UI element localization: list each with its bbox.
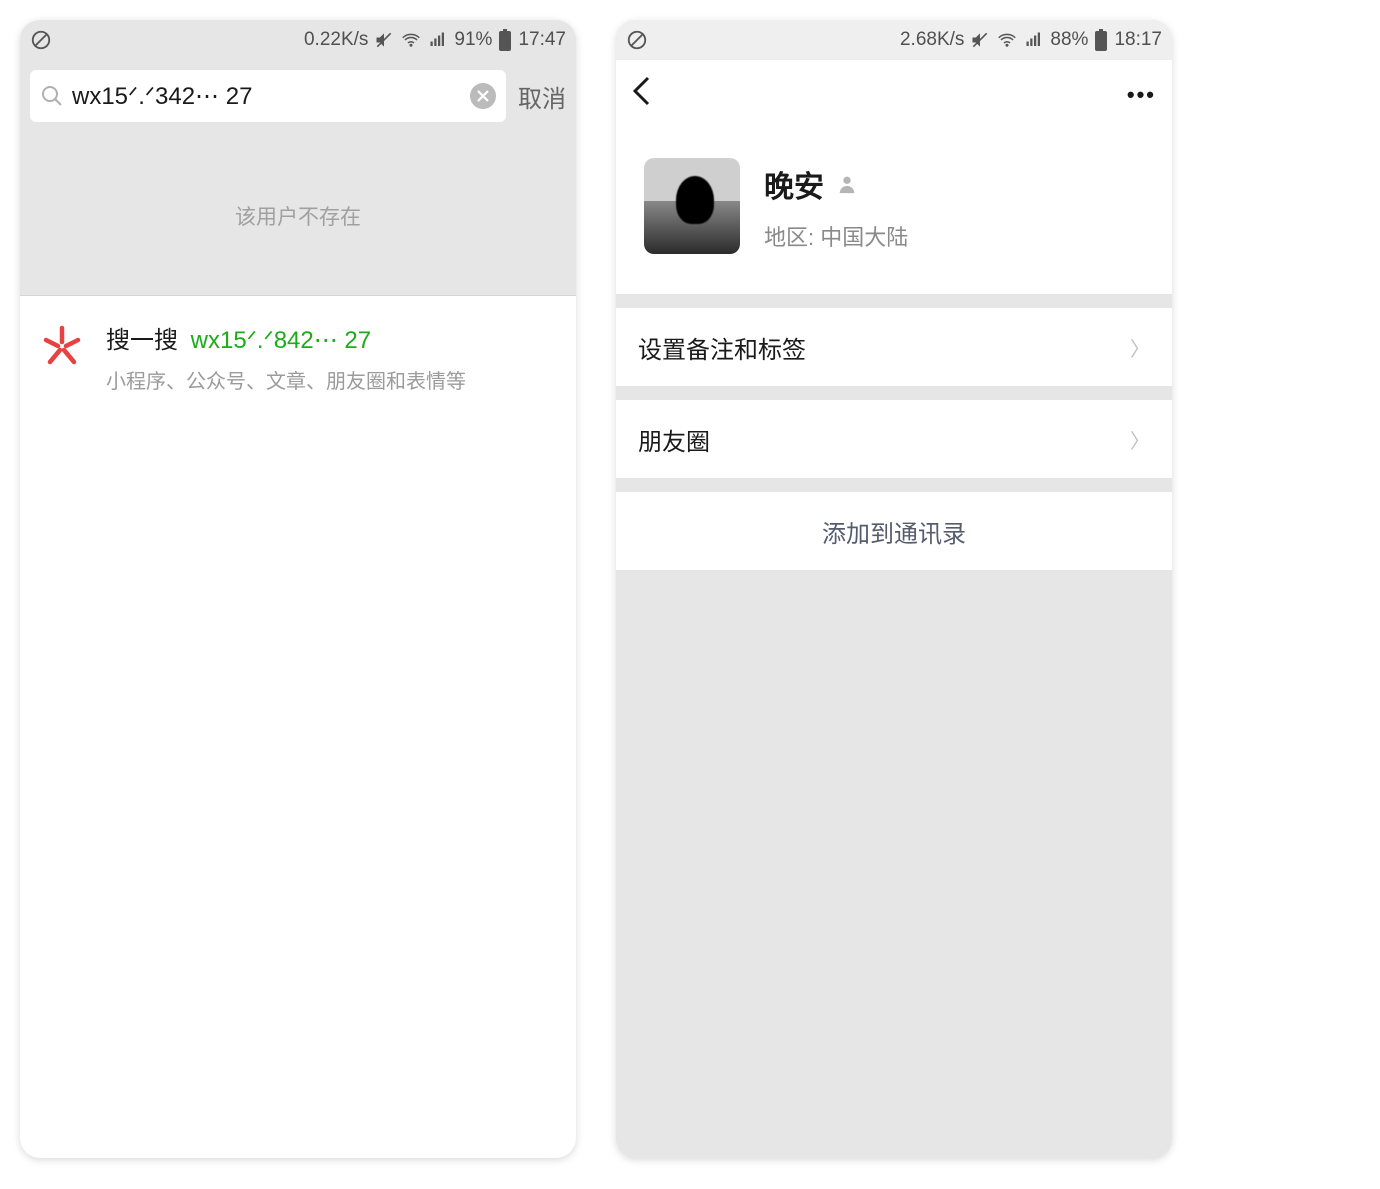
avatar[interactable] bbox=[644, 158, 740, 254]
more-button[interactable]: ••• bbox=[1127, 82, 1156, 108]
no-disturb-icon bbox=[30, 29, 52, 51]
mute-icon bbox=[374, 30, 394, 50]
result-panel: 搜一搜 wx15ᐟ.ᐟ842⋯ 27 小程序、公众号、文章、朋友圈和表情等 bbox=[20, 296, 576, 1158]
status-bar: 0.22K/s 91% 17:47 bbox=[20, 20, 576, 60]
search-query-text: wx15ᐟ.ᐟ342⋯ 27 bbox=[72, 82, 462, 111]
not-found-message: 该用户不存在 bbox=[20, 136, 576, 296]
battery-percent: 91% bbox=[454, 29, 492, 51]
clear-input-button[interactable] bbox=[470, 83, 496, 109]
phone-left: 0.22K/s 91% 17:47 wx15ᐟ.ᐟ342⋯ 27 取消 该用户不… bbox=[20, 20, 576, 1158]
network-speed: 0.22K/s bbox=[304, 29, 368, 51]
cancel-button[interactable]: 取消 bbox=[518, 79, 566, 114]
status-bar: 2.68K/s 88% 18:17 bbox=[616, 20, 1172, 60]
clock-time: 17:47 bbox=[518, 29, 566, 51]
result-subtitle: 小程序、公众号、文章、朋友圈和表情等 bbox=[106, 365, 558, 394]
no-disturb-icon bbox=[626, 29, 648, 51]
battery-icon bbox=[498, 29, 512, 51]
result-keyword: wx15ᐟ.ᐟ842⋯ 27 bbox=[191, 327, 371, 354]
result-title: 搜一搜 wx15ᐟ.ᐟ842⋯ 27 bbox=[106, 320, 558, 355]
region-line: 地区: 中国大陆 bbox=[764, 220, 908, 252]
network-speed: 2.68K/s bbox=[900, 29, 964, 51]
mute-icon bbox=[970, 30, 990, 50]
add-to-contacts-button[interactable]: 添加到通讯录 bbox=[616, 492, 1172, 570]
battery-percent: 88% bbox=[1050, 29, 1088, 51]
chevron-right-icon: 〉 bbox=[1130, 425, 1150, 454]
clock-time: 18:17 bbox=[1114, 29, 1162, 51]
search-input-box[interactable]: wx15ᐟ.ᐟ342⋯ 27 bbox=[30, 70, 506, 122]
close-icon bbox=[476, 89, 490, 103]
wifi-icon bbox=[996, 31, 1018, 49]
chevron-right-icon: 〉 bbox=[1130, 333, 1150, 362]
search-row: wx15ᐟ.ᐟ342⋯ 27 取消 bbox=[20, 60, 576, 136]
signal-icon bbox=[1024, 31, 1044, 49]
remark-tags-cell[interactable]: 设置备注和标签 〉 bbox=[616, 308, 1172, 386]
back-button[interactable] bbox=[632, 76, 650, 114]
region-value: 中国大陆 bbox=[820, 225, 908, 250]
moments-label: 朋友圈 bbox=[638, 422, 710, 457]
remark-tags-label: 设置备注和标签 bbox=[638, 330, 806, 365]
wifi-icon bbox=[400, 31, 422, 49]
result-title-label: 搜一搜 bbox=[106, 327, 178, 354]
search-icon bbox=[40, 84, 64, 108]
add-to-contacts-label: 添加到通讯录 bbox=[822, 514, 966, 549]
battery-icon bbox=[1094, 29, 1108, 51]
souyisou-icon bbox=[38, 320, 86, 394]
person-icon bbox=[836, 173, 858, 195]
region-label: 地区: bbox=[764, 225, 814, 250]
moments-cell[interactable]: 朋友圈 〉 bbox=[616, 400, 1172, 478]
nav-bar: ••• bbox=[616, 60, 1172, 130]
profile-card: 晚安 地区: 中国大陆 bbox=[616, 130, 1172, 294]
search-suggestion-item[interactable]: 搜一搜 wx15ᐟ.ᐟ842⋯ 27 小程序、公众号、文章、朋友圈和表情等 bbox=[20, 296, 576, 416]
signal-icon bbox=[428, 31, 448, 49]
profile-name: 晚安 bbox=[764, 162, 824, 206]
phone-right: 2.68K/s 88% 18:17 ••• 晚安 地区: bbox=[616, 20, 1172, 1158]
